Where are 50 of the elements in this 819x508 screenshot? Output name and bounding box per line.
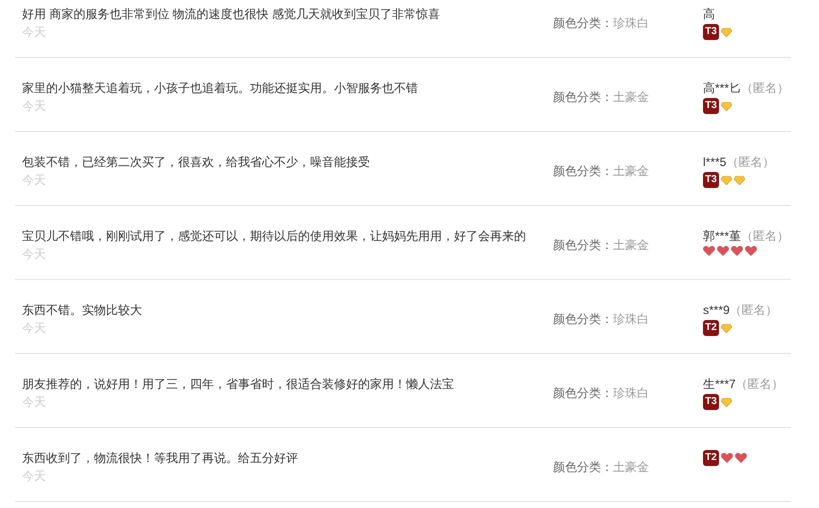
review-text: 好用 商家的服务也非常到位 物流的速度也很快 感觉几天就收到宝贝了非常惊喜 — [22, 6, 442, 23]
sku-label: 颜色分类： — [553, 385, 613, 402]
sku-value: 土豪金 — [613, 89, 649, 106]
diamond-icon — [721, 176, 732, 184]
anonymous-label: （匿名） — [741, 228, 790, 245]
level-badge: T3 — [703, 394, 719, 410]
sku-label: 颜色分类： — [553, 163, 613, 180]
heart-icon — [717, 246, 729, 256]
sku-label: 颜色分类： — [553, 459, 613, 476]
diamond-icon — [721, 102, 732, 110]
anonymous-label: （匿名） — [730, 302, 778, 319]
user-name: s***9 — [703, 302, 730, 319]
level-badge: T2 — [703, 450, 719, 466]
anonymous-label: （匿名） — [726, 154, 774, 171]
sku-label: 颜色分类： — [553, 237, 613, 254]
anonymous-label: （匿名） — [741, 80, 790, 97]
heart-icon — [745, 246, 757, 256]
diamond-icon — [721, 398, 732, 406]
level-badge: T2 — [703, 320, 719, 336]
user-name: 郭***堇 — [703, 228, 742, 245]
user-name: l***5 — [703, 154, 726, 171]
sku-value: 土豪金 — [613, 459, 649, 476]
level-badge: T3 — [703, 172, 719, 188]
sku-label: 颜色分类： — [553, 311, 613, 328]
diamond-icon — [721, 324, 732, 332]
heart-icon — [703, 246, 715, 256]
sku-label: 颜色分类： — [553, 15, 613, 32]
sku-value: 珍珠白 — [613, 15, 649, 32]
anonymous-label: （匿名） — [736, 376, 784, 393]
sku-label: 颜色分类： — [553, 89, 613, 106]
review-text: 东西不错。实物比较大 — [22, 302, 143, 319]
sku-value: 土豪金 — [613, 237, 649, 254]
review-text: 宝贝儿不错哦，刚刚试用了，感觉还可以，期待以后的使用效果，让妈妈先用用，好了会再来的 — [22, 228, 527, 245]
level-badge: T3 — [703, 24, 719, 40]
user-name: 高 — [703, 6, 715, 23]
review-text: 朋友推荐的，说好用！用了三，四年，省事省时，很适合装修好的家用！懒人法宝 — [22, 376, 455, 393]
review-text: 家里的小猫整天追着玩，小孩子也追着玩。功能还挺实用。小智服务也不错 — [22, 80, 419, 97]
sku-value: 土豪金 — [613, 163, 649, 180]
sku-value: 珍珠白 — [613, 311, 649, 328]
level-badge: T3 — [703, 98, 719, 114]
review-text: 包装不错，已经第二次买了，很喜欢，给我省心不少，噪音能接受 — [22, 154, 371, 171]
diamond-icon — [734, 176, 745, 184]
heart-icon — [735, 453, 747, 463]
diamond-icon — [721, 28, 732, 36]
review-text: 东西收到了，物流很快！等我用了再说。给五分好评 — [22, 450, 299, 467]
sku-value: 珍珠白 — [613, 385, 649, 402]
heart-icon — [731, 246, 743, 256]
heart-icon — [721, 453, 733, 463]
user-name: 高***匕 — [703, 80, 742, 97]
user-name: 生***7 — [703, 376, 736, 393]
